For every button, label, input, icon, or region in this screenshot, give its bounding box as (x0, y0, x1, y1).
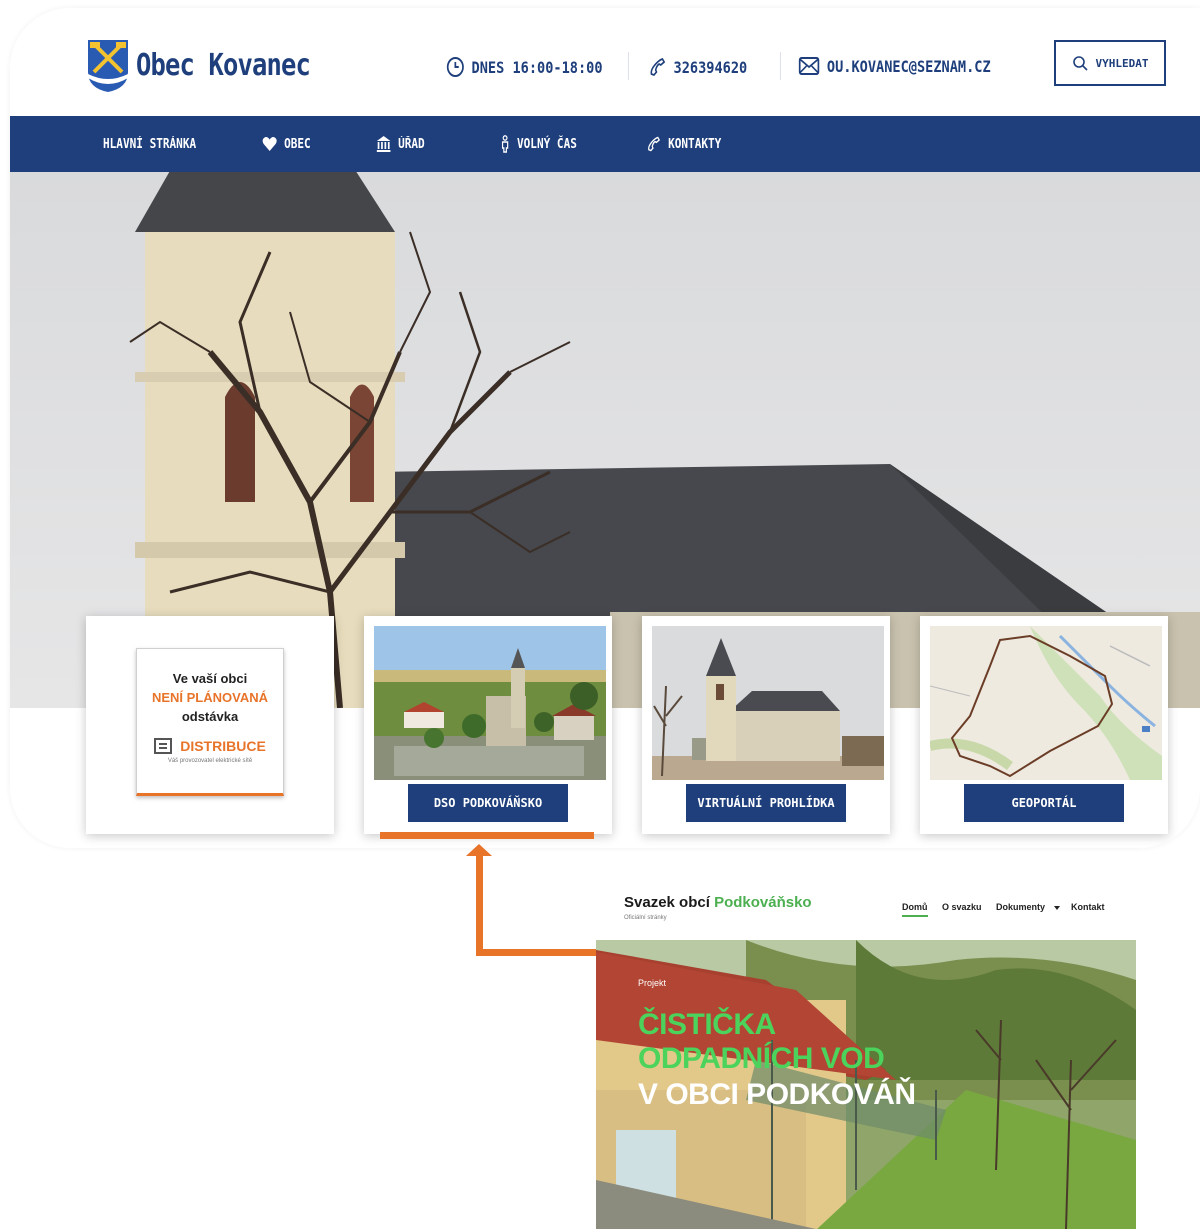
dso-podkovansko-button[interactable]: DSO PODKOVÁŇSKO (408, 784, 568, 822)
outage-notice-tile[interactable]: Ve vaší obci NENÍ PLÁNOVANÁ odstávka DIS… (86, 616, 334, 834)
podk-nav-home[interactable]: Domů (902, 902, 928, 917)
nav-item-label: ÚŘAD (398, 136, 425, 152)
geoportal-tile[interactable]: GEOPORTÁL (920, 616, 1168, 834)
site-title[interactable]: Obec Kovanec (136, 48, 311, 83)
hero-heading-line2: ODPADNÍCH VOD (638, 1042, 885, 1075)
title-main: Svazek obcí (624, 894, 710, 911)
nav-item-kontakty[interactable]: KONTAKTY (646, 116, 721, 172)
podk-nav-about[interactable]: O svazku (942, 902, 982, 912)
brand-tagline: Váš provozovatel elektrické sítě (167, 758, 253, 764)
heart-icon (262, 137, 277, 151)
nav-item-label: KONTAKTY (668, 136, 722, 152)
nav-item-label: HLAVNÍ STRÁNKA (103, 136, 197, 152)
title-accent: Podkováňsko (714, 894, 812, 911)
podkovansko-website: Svazek obcí Podkováňsko Oficiální stránk… (596, 882, 1136, 1229)
divider (628, 52, 629, 80)
brand-name: DISTRIBUCE (180, 738, 266, 754)
notice-line1: Ve vaší obci (172, 671, 248, 686)
geoportal-button[interactable]: GEOPORTÁL (964, 784, 1124, 822)
link-arrow (380, 832, 596, 956)
cez-logo-icon (154, 738, 173, 754)
chevron-down-icon[interactable] (1054, 906, 1060, 911)
phone-icon (650, 57, 666, 77)
clock-icon (446, 57, 464, 77)
kovanec-website: Obec Kovanec DNES 16:00-18:00 326394620 … (10, 8, 1200, 848)
person-icon (501, 135, 509, 153)
divider (780, 52, 781, 80)
hero-heading-line1: ČISTIČKA (638, 1008, 776, 1041)
podk-nav-contact[interactable]: Kontakt (1071, 902, 1105, 912)
church-photo (652, 626, 884, 780)
hero-heading-line3: V OBCI PODKOVÁŇ (638, 1078, 916, 1111)
notice-line3: odstávka (181, 709, 239, 724)
nav-item-label: OBEC (284, 136, 311, 152)
phone-icon (648, 136, 661, 152)
nav-item-volny-cas[interactable]: VOLNÝ ČAS (500, 116, 577, 172)
search-button-label: VYHLEDAT (1095, 56, 1149, 70)
virtual-tour-tile[interactable]: VIRTUÁLNÍ PROHLÍDKA (642, 616, 890, 834)
search-button[interactable]: VYHLEDAT (1054, 40, 1166, 86)
village-aerial-photo (374, 626, 606, 780)
municipality-map (930, 626, 1162, 780)
main-navigation: HLAVNÍ STRÁNKA OBEC ÚŘAD VOLNÝ ČAS KONTA… (10, 116, 1200, 172)
coat-of-arms-logo[interactable] (86, 38, 130, 94)
distribution-brand: DISTRIBUCE (137, 738, 283, 754)
nav-item-label: VOLNÝ ČAS (517, 136, 577, 152)
nav-item-home[interactable]: HLAVNÍ STRÁNKA (103, 116, 196, 172)
office-hours: DNES 16:00-18:00 (446, 56, 603, 78)
office-hours-text: DNES 16:00-18:00 (471, 57, 603, 77)
email-contact[interactable]: OU.KOVANEC@SEZNAM.CZ (798, 56, 991, 76)
notice-line2: NENÍ PLÁNOVANÁ (151, 690, 269, 705)
envelope-icon (798, 57, 820, 75)
site-header: Obec Kovanec DNES 16:00-18:00 326394620 … (10, 8, 1200, 116)
podkovansko-subtitle: Oficiální stránky (624, 915, 667, 921)
nav-item-urad[interactable]: ÚŘAD (376, 116, 425, 172)
phone-contact[interactable]: 326394620 (648, 56, 747, 78)
podkovansko-title[interactable]: Svazek obcí Podkováňsko (624, 894, 812, 911)
virtual-tour-button[interactable]: VIRTUÁLNÍ PROHLÍDKA (686, 784, 846, 822)
email-address[interactable]: OU.KOVANEC@SEZNAM.CZ (827, 57, 991, 76)
dso-podkovansko-tile[interactable]: DSO PODKOVÁŇSKO (364, 616, 612, 834)
phone-number[interactable]: 326394620 (674, 58, 748, 77)
outage-notice-banner[interactable]: Ve vaší obci NENÍ PLÁNOVANÁ odstávka DIS… (136, 648, 284, 796)
podk-nav-documents[interactable]: Dokumenty (996, 902, 1045, 912)
nav-item-obec[interactable]: OBEC (262, 116, 311, 172)
hero-label: Projekt (638, 978, 667, 988)
building-icon (376, 136, 391, 152)
search-icon (1072, 56, 1088, 71)
